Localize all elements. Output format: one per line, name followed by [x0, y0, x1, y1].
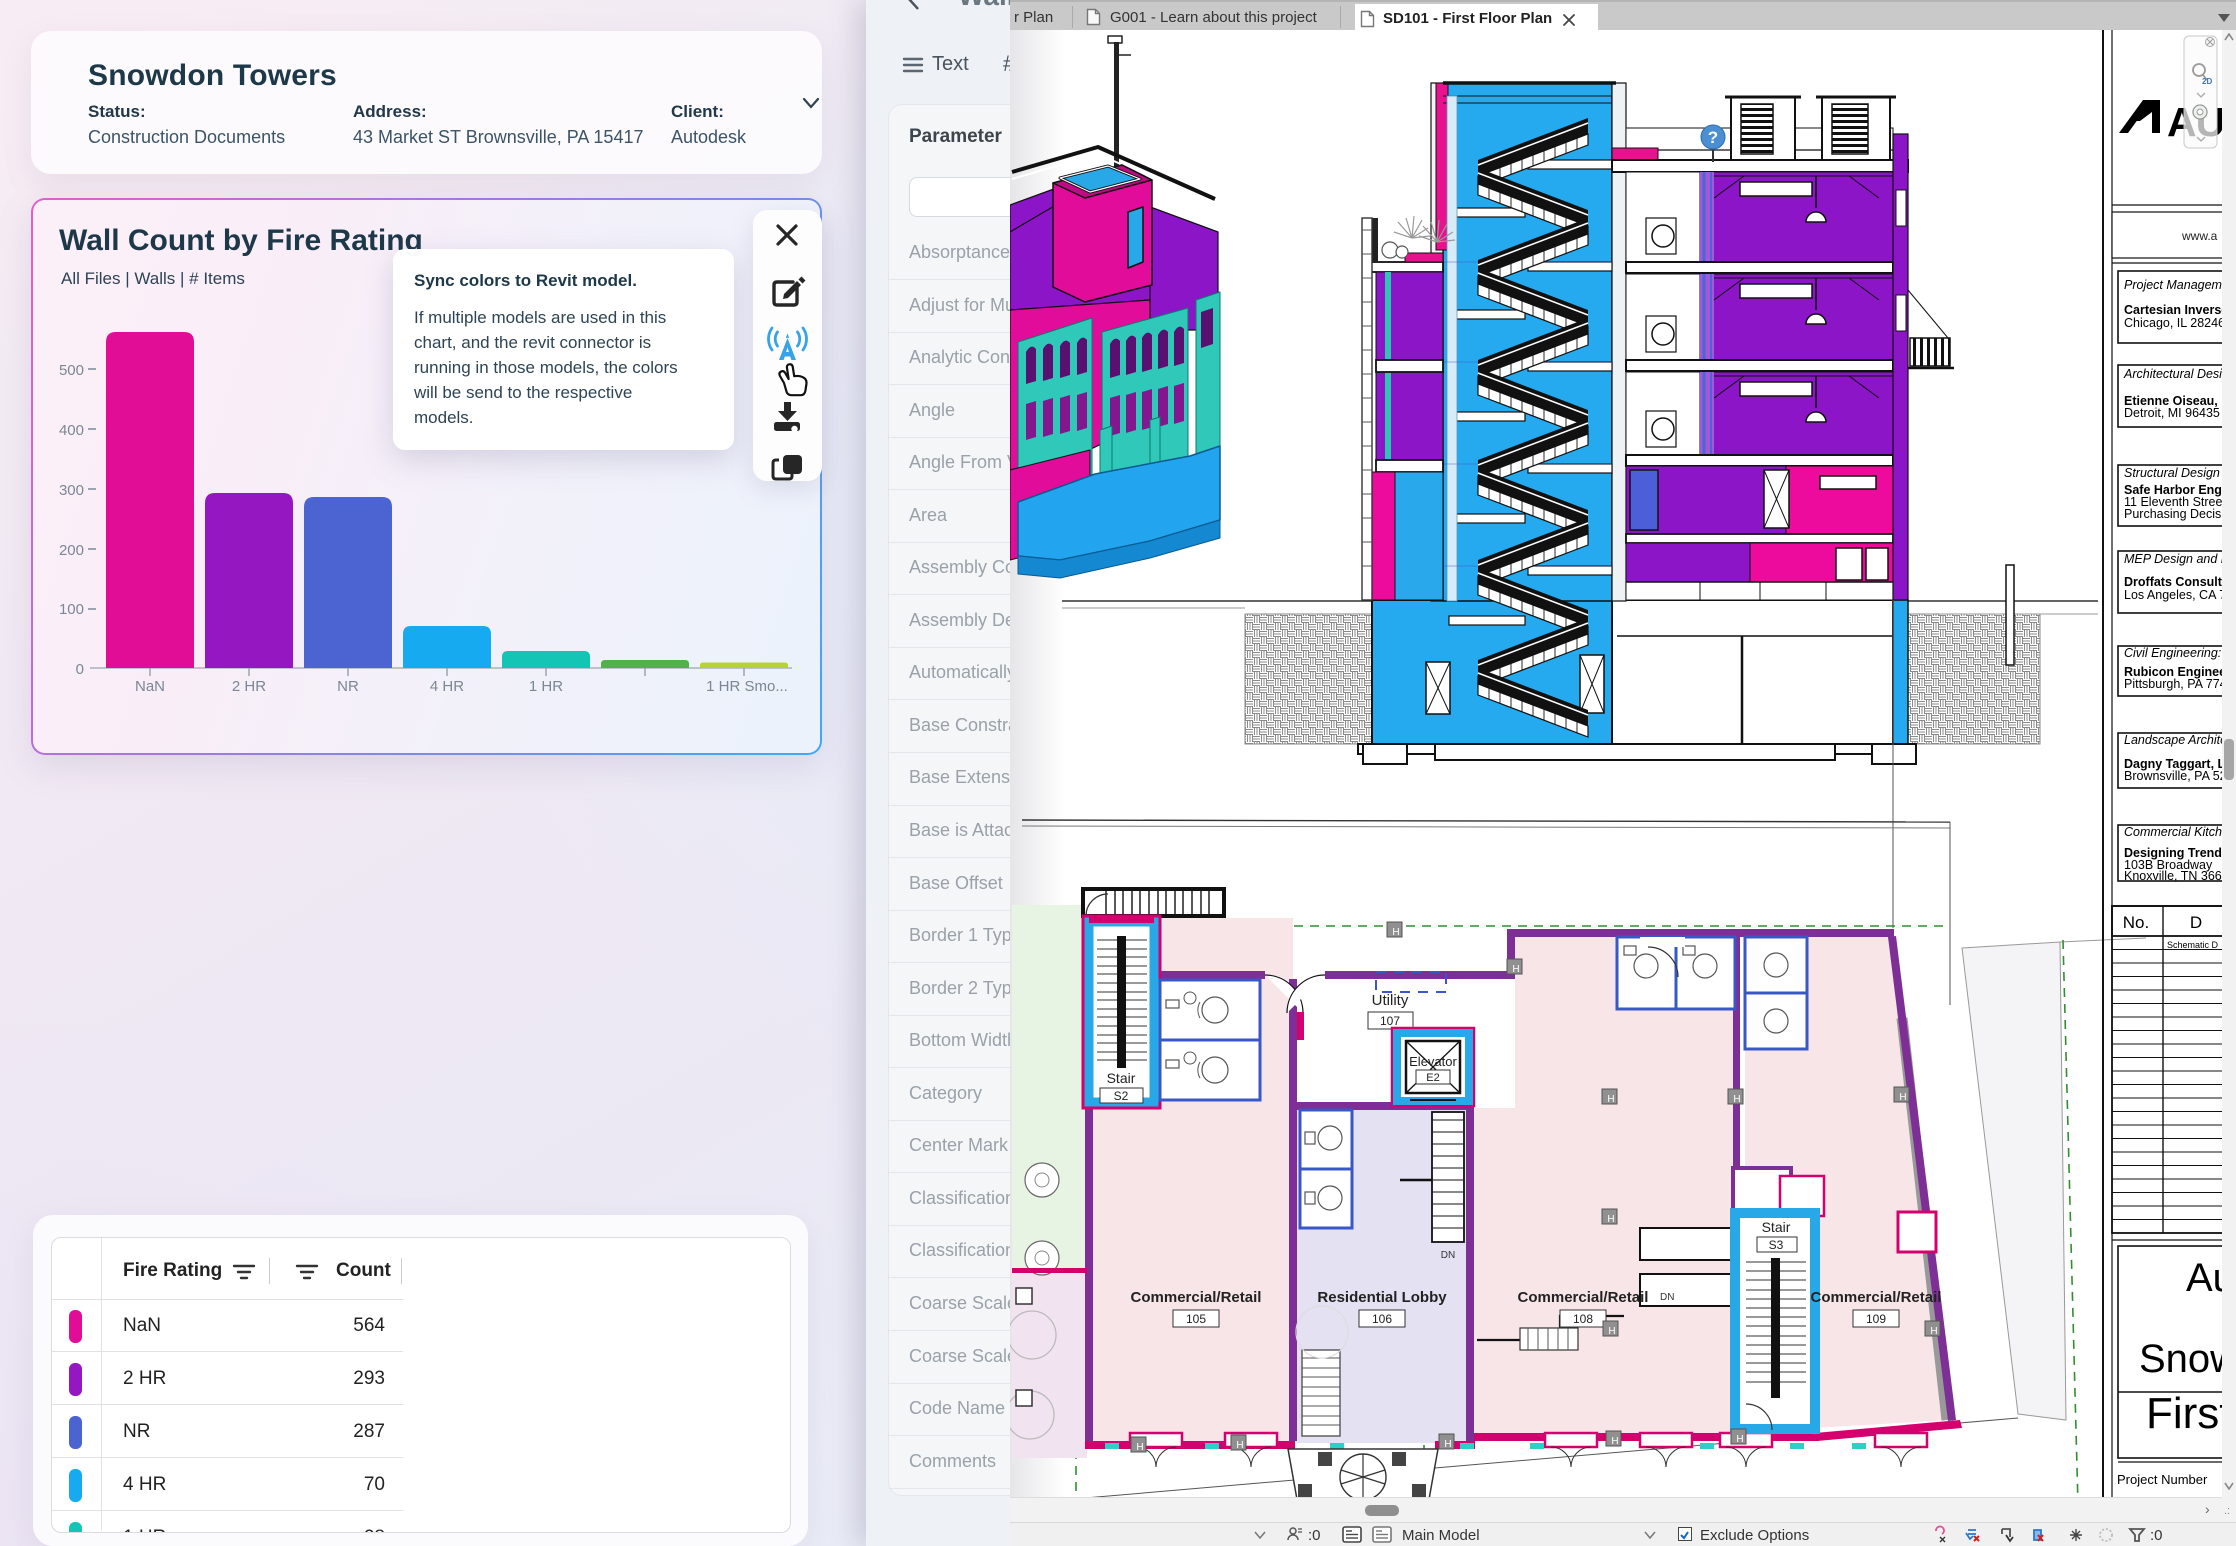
svg-text:NR: NR: [337, 678, 359, 695]
svg-text:4 HR: 4 HR: [430, 678, 464, 695]
svg-text:Elevator: Elevator: [1409, 1054, 1457, 1069]
svg-text:400: 400: [59, 422, 84, 439]
svg-text:DN: DN: [1441, 1250, 1455, 1261]
svg-text:107: 107: [1380, 1014, 1400, 1028]
svg-text:Schematic D: Schematic D: [2167, 940, 2219, 950]
svg-text:Los Angeles, CA 783: Los Angeles, CA 783: [2124, 588, 2236, 602]
svg-text:Project Managemen: Project Managemen: [2124, 278, 2236, 292]
svg-text:Utility: Utility: [1372, 992, 1409, 1009]
svg-text:D: D: [2190, 913, 2202, 932]
svg-text:106: 106: [1372, 1312, 1392, 1326]
svg-text:2D: 2D: [2202, 77, 2212, 86]
svg-text:200: 200: [59, 542, 84, 559]
svg-text:MEP Design and Mo: MEP Design and Mo: [2124, 552, 2236, 566]
svg-text:Commercial Kitcher: Commercial Kitcher: [2124, 825, 2234, 839]
svg-text:Commercial/Retail: Commercial/Retail: [1518, 1289, 1649, 1306]
svg-text:300: 300: [59, 482, 84, 499]
svg-text:S2: S2: [1114, 1089, 1129, 1103]
svg-text:1 HR Smo...: 1 HR Smo...: [706, 678, 788, 695]
svg-text:H: H: [1512, 964, 1519, 975]
svg-text:500: 500: [59, 362, 84, 379]
svg-text:H: H: [1392, 927, 1399, 938]
svg-text:Stair: Stair: [1762, 1219, 1791, 1235]
svg-text:Residential Lobby: Residential Lobby: [1317, 1289, 1447, 1306]
svg-text:H: H: [1930, 1326, 1937, 1337]
svg-text:?: ?: [1708, 128, 1718, 147]
svg-text:DN: DN: [1660, 1292, 1674, 1303]
svg-text:H: H: [1899, 1092, 1906, 1103]
svg-text:H: H: [1136, 1442, 1143, 1453]
svg-text:Pittsburgh, PA 7746: Pittsburgh, PA 7746: [2124, 677, 2234, 691]
svg-text:E2: E2: [1426, 1072, 1439, 1084]
svg-text:100: 100: [59, 601, 84, 618]
svg-text:H: H: [1607, 1094, 1614, 1105]
svg-text:0: 0: [76, 661, 84, 678]
svg-text:Detroit, MI 96435: Detroit, MI 96435: [2124, 406, 2220, 420]
svg-text:Droffats Consulting: Droffats Consulting: [2124, 575, 2236, 589]
svg-text:Knoxville, TN 36664: Knoxville, TN 36664: [2124, 869, 2236, 883]
svg-text:H: H: [1611, 1436, 1618, 1447]
svg-text:105: 105: [1186, 1312, 1206, 1326]
svg-text:No.: No.: [2123, 913, 2149, 932]
svg-text:1 HR: 1 HR: [529, 678, 563, 695]
svg-text:H: H: [1236, 1440, 1243, 1451]
svg-text:S3: S3: [1769, 1238, 1784, 1252]
svg-text:H: H: [1733, 1094, 1740, 1105]
svg-text:H: H: [1736, 1434, 1743, 1445]
svg-text:Civil Engineering:: Civil Engineering:: [2124, 646, 2221, 660]
svg-text:108: 108: [1573, 1312, 1593, 1326]
svg-text:Cartesian Inverse,: Cartesian Inverse,: [2124, 303, 2232, 317]
svg-text:2 HR: 2 HR: [232, 678, 266, 695]
svg-text:Purchasing Decision: Purchasing Decision: [2124, 507, 2236, 521]
svg-text:Stair: Stair: [1107, 1070, 1136, 1086]
svg-text:Architectural Desig: Architectural Desig: [2123, 367, 2229, 381]
svg-text:109: 109: [1866, 1312, 1886, 1326]
svg-text:H: H: [1607, 1214, 1614, 1225]
svg-text:Commercial/Retail: Commercial/Retail: [1131, 1289, 1262, 1306]
svg-text:Landscape Architec: Landscape Architec: [2124, 733, 2234, 747]
svg-text:Project Number: Project Number: [2117, 1472, 2208, 1487]
svg-text:Commercial/Retail: Commercial/Retail: [1811, 1289, 1942, 1306]
svg-text:NaN: NaN: [135, 678, 165, 695]
svg-text:Brownsville, PA 528: Brownsville, PA 528: [2124, 769, 2234, 783]
svg-text:H: H: [1444, 1439, 1451, 1450]
svg-text:www.a: www.a: [2181, 229, 2218, 243]
svg-text:H: H: [1608, 1326, 1615, 1337]
svg-text:Structural Design a: Structural Design a: [2124, 466, 2230, 480]
svg-text:Chicago, IL 28246: Chicago, IL 28246: [2124, 316, 2225, 330]
